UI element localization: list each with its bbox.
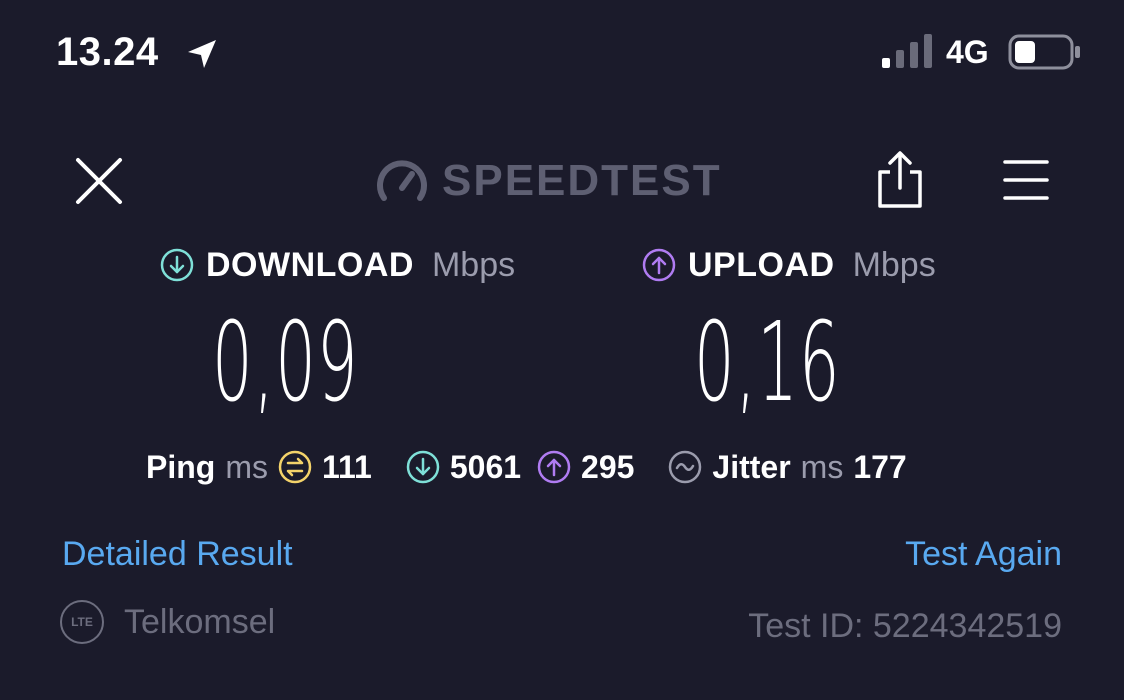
close-icon[interactable]: [74, 156, 124, 206]
idle-ping-icon: [278, 450, 312, 484]
download-header: DOWNLOAD Mbps: [160, 242, 515, 288]
ping-row: Ping ms 111 5061 295 Jitter ms 177: [146, 444, 907, 490]
download-arrow-icon: [160, 248, 194, 282]
network-type: 4G: [946, 34, 989, 70]
download-label: DOWNLOAD: [206, 245, 414, 284]
detailed-result-link[interactable]: Detailed Result: [62, 532, 293, 576]
download-ping-value: 5061: [449, 448, 522, 485]
brand-name: SPEEDTEST: [442, 156, 722, 205]
upload-header: UPLOAD Mbps: [642, 242, 936, 288]
download-ping-icon: [406, 450, 440, 484]
upload-label: UPLOAD: [688, 245, 835, 284]
provider-info: LTE Telkomsel: [60, 600, 275, 644]
upload-ping-icon: [537, 450, 571, 484]
speedometer-icon: [377, 160, 427, 201]
ping-unit: ms: [225, 448, 268, 485]
jitter-label: Jitter: [712, 448, 791, 485]
provider-name: Telkomsel: [124, 602, 276, 641]
signal-icon: [882, 34, 932, 68]
share-icon[interactable]: [874, 150, 926, 210]
location-arrow-icon: [188, 40, 216, 68]
upload-value: 0,16: [694, 298, 841, 426]
brand-logo: SPEEDTEST: [376, 156, 722, 206]
jitter-icon: [669, 450, 702, 484]
download-unit: Mbps: [431, 245, 516, 284]
test-id: Test ID: 5224342519: [748, 607, 1062, 645]
jitter-unit: ms: [800, 448, 844, 485]
status-time: 13.24: [56, 30, 159, 74]
upload-arrow-icon: [642, 248, 676, 282]
upload-unit: Mbps: [852, 245, 936, 284]
battery-icon: [1008, 34, 1080, 70]
menu-icon[interactable]: [1002, 156, 1050, 204]
lte-badge-icon: LTE: [60, 600, 104, 644]
test-again-link[interactable]: Test Again: [905, 532, 1062, 576]
upload-ping-value: 295: [581, 448, 635, 485]
idle-ping-value: 111: [321, 448, 372, 485]
jitter-value: 177: [853, 448, 907, 485]
ping-label: Ping: [146, 448, 216, 485]
download-value: 0,09: [212, 298, 359, 426]
